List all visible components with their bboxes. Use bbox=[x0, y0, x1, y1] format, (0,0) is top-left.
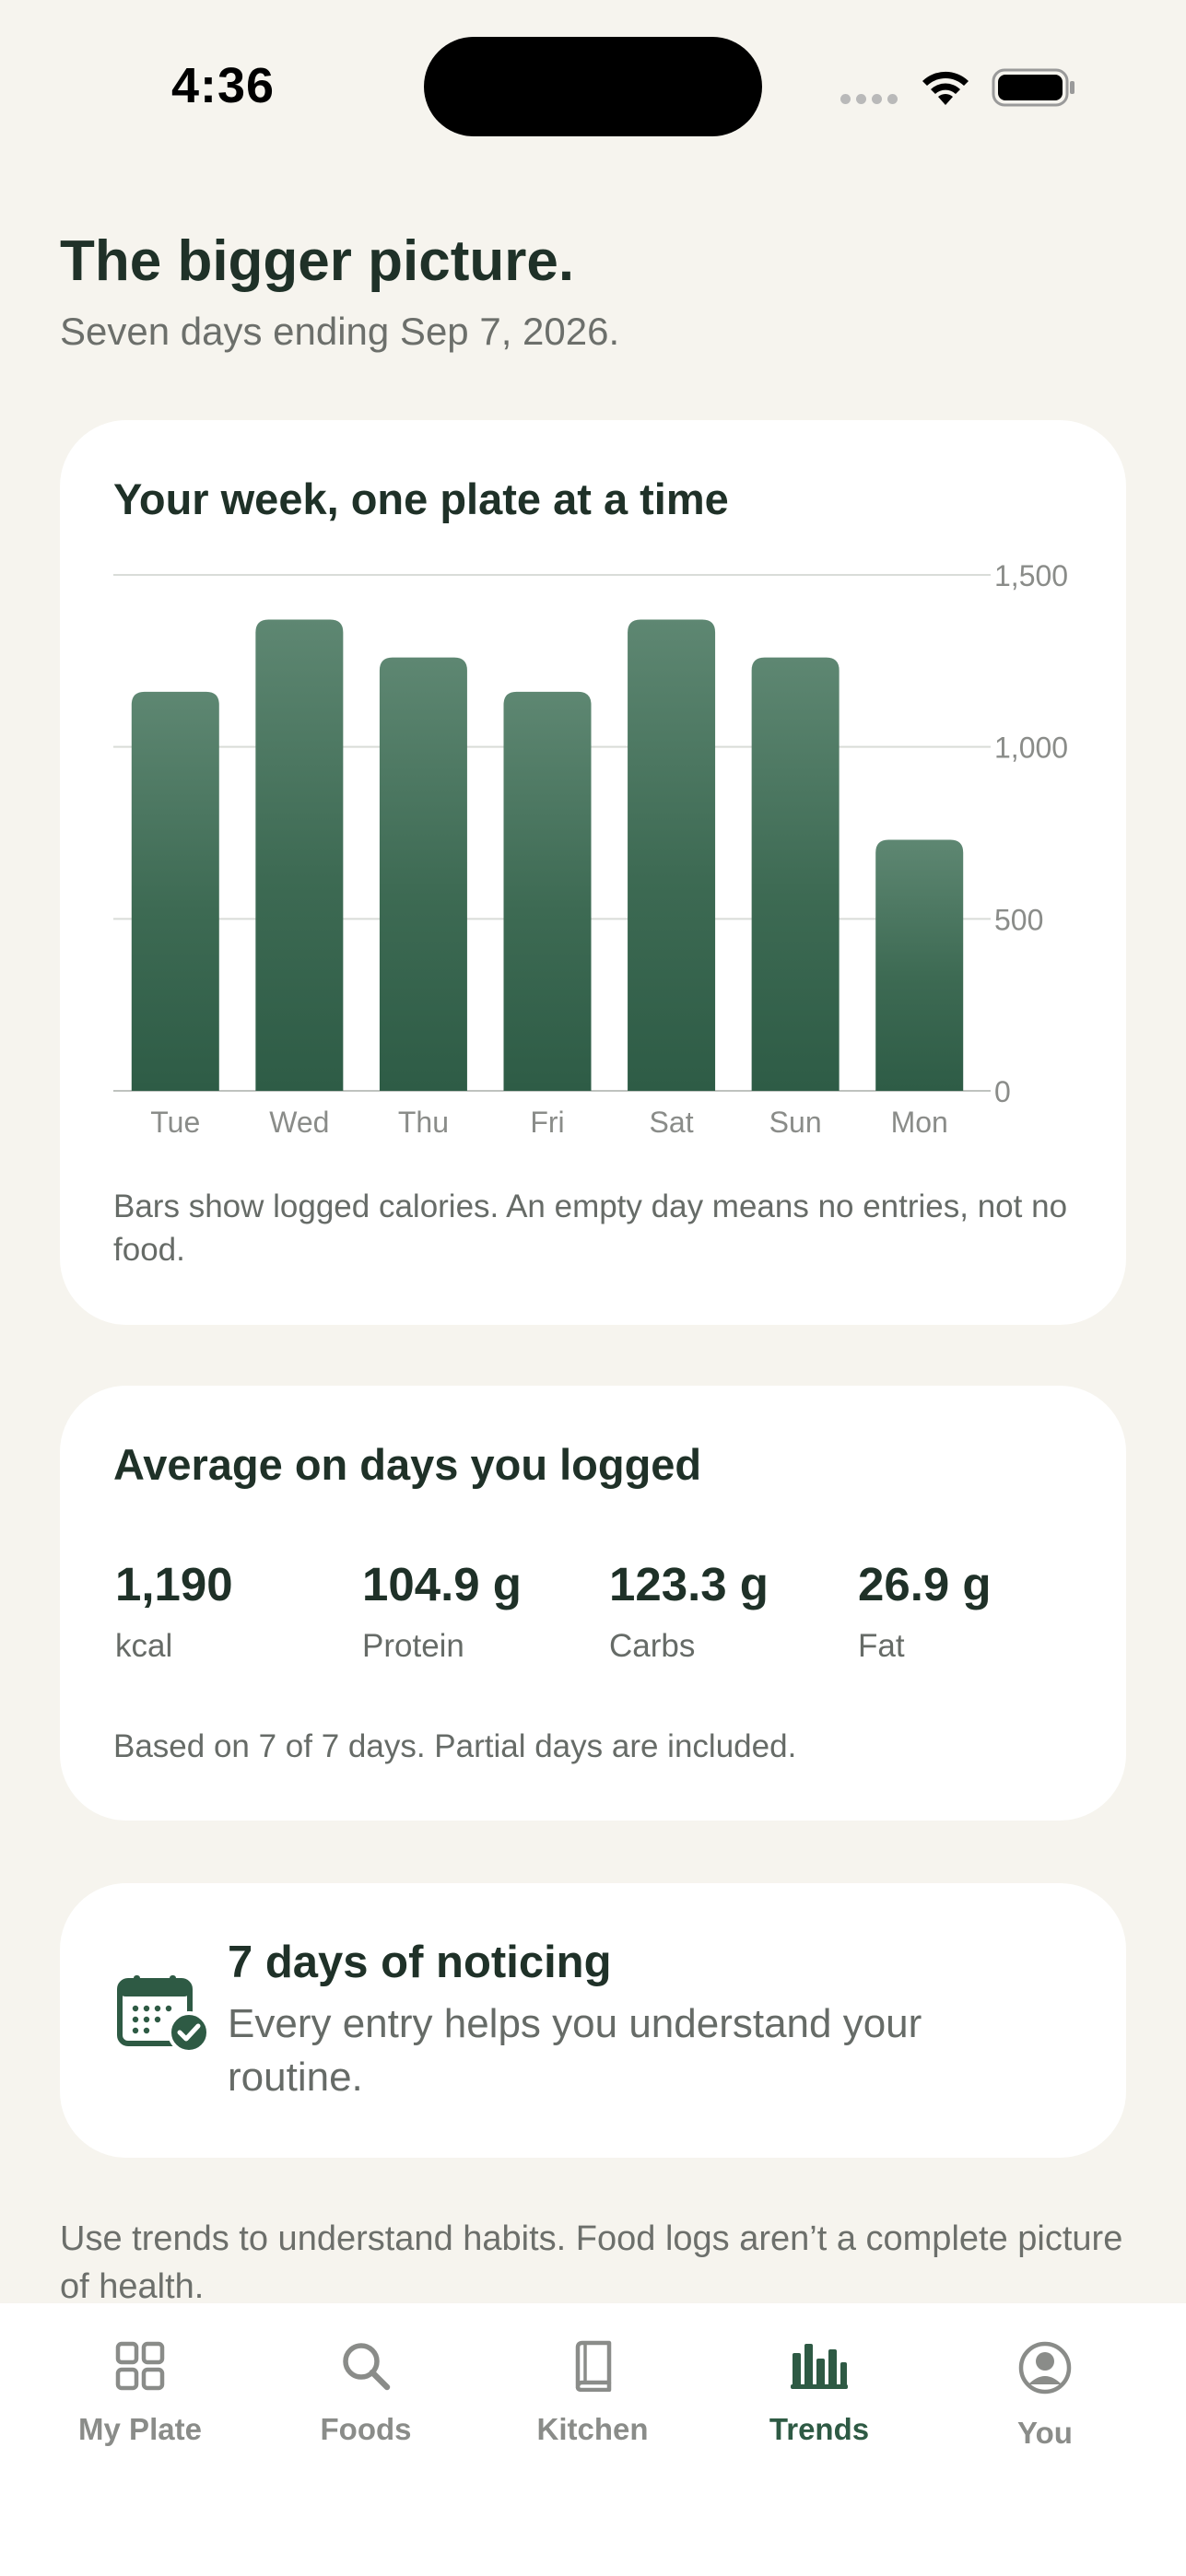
stat-value: 123.3 g bbox=[609, 1558, 769, 1610]
bar-sat[interactable] bbox=[628, 619, 716, 1091]
stat-label: Carbs bbox=[609, 1628, 696, 1664]
average-card: Average on days you logged 1,190 kcal 10… bbox=[60, 1386, 1126, 1821]
tab-label: Kitchen bbox=[536, 2412, 649, 2446]
bar-sun[interactable] bbox=[751, 657, 840, 1091]
bar-chart-icon bbox=[791, 2344, 848, 2389]
bar-mon[interactable] bbox=[875, 839, 964, 1091]
average-card-title: Average on days you logged bbox=[113, 1440, 702, 1489]
stat-value: 26.9 g bbox=[858, 1558, 992, 1610]
chart-note: Bars show logged calories. An empty day … bbox=[113, 1188, 1068, 1268]
bar-wed[interactable] bbox=[255, 619, 344, 1091]
bar-tue[interactable] bbox=[131, 691, 219, 1091]
tab-foods[interactable]: Foods bbox=[274, 2340, 458, 2447]
x-tick-label: Tue bbox=[150, 1106, 200, 1139]
tab-label: Trends bbox=[769, 2412, 870, 2446]
y-tick-label: 0 bbox=[994, 1075, 1011, 1108]
weekly-calories-card[interactable]: Your week, one plate at a time 0 500 1,000… bbox=[60, 420, 1126, 1325]
status-time: 4:36 bbox=[171, 58, 276, 113]
stat-label: Protein bbox=[362, 1628, 464, 1664]
cellular-signal-icon bbox=[840, 94, 898, 104]
page-subtitle: Seven days ending Sep 7, 2026. bbox=[60, 310, 620, 353]
tab-label: My Plate bbox=[78, 2412, 202, 2446]
stat-protein: 104.9 g Protein bbox=[362, 1557, 522, 1665]
search-icon bbox=[343, 2343, 391, 2391]
footer-note: Use trends to understand habits. Food lo… bbox=[60, 2219, 1123, 2306]
x-tick-label: Thu bbox=[398, 1106, 449, 1139]
bar-thu[interactable] bbox=[379, 657, 467, 1091]
book-icon bbox=[575, 2340, 612, 2392]
profile-icon bbox=[1018, 2341, 1072, 2395]
x-tick-label: Sun bbox=[769, 1106, 822, 1139]
dynamic-island bbox=[424, 37, 762, 136]
grid-icon bbox=[115, 2341, 165, 2391]
wifi-icon bbox=[922, 71, 969, 105]
stat-carbs: 123.3 g Carbs bbox=[609, 1557, 769, 1665]
battery-icon bbox=[992, 68, 1074, 107]
stat-label: kcal bbox=[115, 1628, 173, 1664]
stat-value: 104.9 g bbox=[362, 1558, 522, 1610]
tab-trends[interactable]: Trends bbox=[727, 2340, 911, 2447]
tab-bar: My Plate Foods Kitchen Trends You bbox=[0, 2303, 1186, 2576]
average-note: Based on 7 of 7 days. Partial days are i… bbox=[113, 1728, 797, 1764]
stat-fat: 26.9 g Fat bbox=[858, 1557, 992, 1665]
y-tick-label: 1,000 bbox=[994, 732, 1068, 765]
stat-value: 1,190 bbox=[115, 1558, 233, 1610]
y-tick-label: 1,500 bbox=[994, 559, 1068, 592]
status-bar: 4:36 bbox=[0, 0, 1186, 175]
streak-title: 7 days of noticing bbox=[228, 1938, 612, 1987]
x-tick-label: Wed bbox=[269, 1106, 329, 1139]
streak-card: 7 days of noticing Every entry helps you… bbox=[60, 1883, 1126, 2158]
x-tick-label: Fri bbox=[530, 1106, 564, 1139]
stat-kcal: 1,190 kcal bbox=[115, 1557, 233, 1665]
y-tick-label: 500 bbox=[994, 903, 1043, 936]
tab-kitchen[interactable]: Kitchen bbox=[500, 2340, 685, 2447]
page-title: The bigger picture. bbox=[60, 229, 575, 293]
tab-my-plate[interactable]: My Plate bbox=[48, 2340, 232, 2447]
weekly-calories-chart: 0 500 1,000 1,500 Tue Wed Thu Fri Sat Sun Mon bbox=[113, 559, 1068, 1139]
tab-label: Foods bbox=[320, 2412, 412, 2446]
stat-label: Fat bbox=[858, 1628, 905, 1664]
bar-fri[interactable] bbox=[503, 691, 592, 1091]
tab-you[interactable]: You bbox=[953, 2340, 1137, 2451]
streak-text: Every entry helps you understand your ro… bbox=[228, 2001, 922, 2100]
x-tick-label: Sat bbox=[650, 1106, 694, 1139]
x-tick-label: Mon bbox=[891, 1106, 948, 1139]
calendar-check-icon bbox=[117, 1975, 210, 2054]
tab-label: You bbox=[1017, 2416, 1073, 2450]
